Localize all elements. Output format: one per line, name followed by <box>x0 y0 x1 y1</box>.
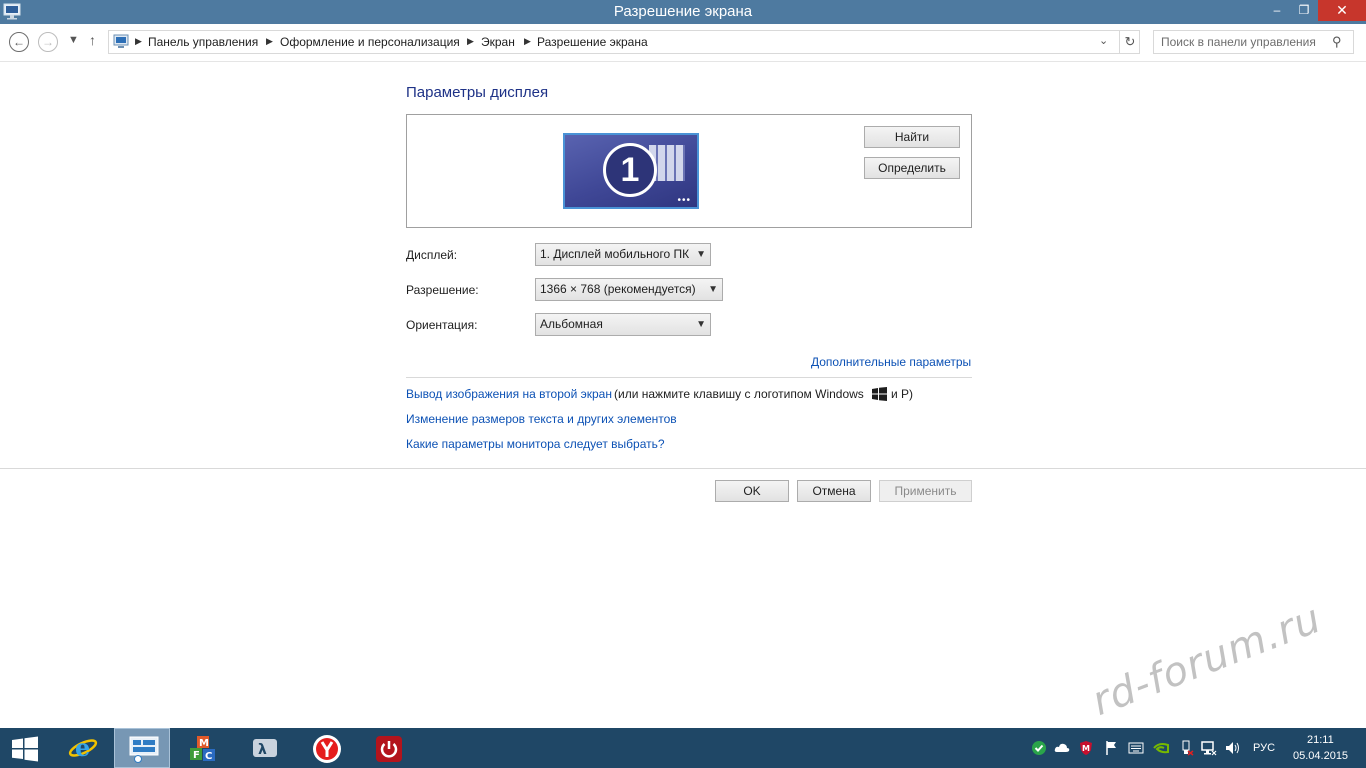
control-panel-icon <box>113 34 129 48</box>
internet-explorer-icon: e <box>68 734 98 762</box>
monitor-dots: ••• <box>677 195 691 206</box>
display-label: Дисплей: <box>406 248 458 262</box>
monitor-1-thumbnail[interactable]: 1 ••• <box>563 133 699 209</box>
chevron-down-icon: ▼ <box>708 284 718 295</box>
divider <box>406 377 972 378</box>
refresh-icon[interactable]: ↻ <box>1119 31 1140 53</box>
recent-locations-dropdown-icon[interactable]: ▼ <box>68 34 79 46</box>
start-button[interactable] <box>0 728 52 768</box>
taskbar-lambda-app[interactable]: λ <box>236 728 292 768</box>
power-icon <box>376 736 402 762</box>
address-history-chevron-icon[interactable]: ⌄ <box>1099 34 1108 47</box>
display-select-value: 1. Дисплей мобильного ПК <box>540 247 690 261</box>
taskbar-mfc-app[interactable]: M F C <box>174 728 230 768</box>
project-hint-key: и P) <box>891 387 914 401</box>
navigation-bar: ← → ▼ ↑ ▶ Панель управления ▶ Оформление… <box>0 24 1366 62</box>
svg-text:M: M <box>1082 744 1090 753</box>
resolution-select[interactable]: 1366 × 768 (рекомендуется) ▼ <box>535 278 723 301</box>
search-input[interactable] <box>1154 31 1329 53</box>
back-button[interactable]: ← <box>9 32 29 52</box>
language-indicator[interactable]: РУС <box>1253 742 1275 754</box>
forward-button[interactable]: → <box>38 32 58 52</box>
apply-button[interactable]: Применить <box>879 480 972 502</box>
close-button[interactable]: ✕ <box>1318 0 1366 21</box>
restore-button[interactable]: ❐ <box>1291 0 1317 21</box>
svg-text:M: M <box>199 738 209 749</box>
nvidia-icon[interactable] <box>1153 740 1169 756</box>
mcafee-shield-icon[interactable]: M <box>1078 740 1094 756</box>
identify-button[interactable]: Определить <box>864 157 960 179</box>
breadcrumb-separator-icon[interactable]: ▶ <box>135 36 142 47</box>
taskbar-internet-explorer[interactable]: e <box>54 728 110 768</box>
chevron-down-icon: ▼ <box>696 249 706 260</box>
resolution-select-value: 1366 × 768 (рекомендуется) <box>540 282 696 296</box>
project-second-screen-link[interactable]: Вывод изображения на второй экран <box>406 387 612 401</box>
minimize-button[interactable]: ‒ <box>1264 0 1290 21</box>
mfc-cubes-icon: M F C <box>190 736 215 762</box>
display-preview-panel: 1 ••• Найти Определить <box>406 114 972 228</box>
taskbar: e M F C λ M РУС 21:11 05.04.2015 <box>0 728 1366 768</box>
page-title: Параметры дисплея <box>406 84 549 101</box>
lambda-icon: λ <box>253 739 277 758</box>
cloud-icon[interactable] <box>1054 740 1070 756</box>
breadcrumb-separator-icon[interactable]: ▶ <box>524 36 531 47</box>
clock-time[interactable]: 21:11 <box>1307 734 1334 746</box>
svg-text:C: C <box>205 751 212 762</box>
resolution-label: Разрешение: <box>406 283 479 297</box>
window-title: Разрешение экрана <box>613 3 753 20</box>
search-box[interactable]: ⚲ <box>1153 30 1354 54</box>
taskbar-control-panel[interactable] <box>114 728 170 768</box>
taskbar-yandex-browser[interactable] <box>298 728 354 768</box>
which-settings-link[interactable]: Какие параметры монитора следует выбрать… <box>406 437 665 451</box>
breadcrumb-appearance[interactable]: Оформление и персонализация <box>280 35 460 49</box>
yandex-browser-icon <box>313 735 341 763</box>
windows-logo-icon <box>872 387 887 401</box>
orientation-label: Ориентация: <box>406 318 478 332</box>
title-bar: Разрешение экрана ‒ ❐ ✕ <box>0 0 1366 24</box>
breadcrumb-control-panel[interactable]: Панель управления <box>148 35 258 49</box>
address-bar[interactable]: ▶ Панель управления ▶ Оформление и персо… <box>108 30 1140 54</box>
taskbar-power-app[interactable] <box>360 728 416 768</box>
chevron-down-icon: ▼ <box>696 319 706 330</box>
keyboard-icon[interactable] <box>1128 740 1144 756</box>
footer-divider <box>0 468 1366 469</box>
find-button[interactable]: Найти <box>864 126 960 148</box>
svg-text:F: F <box>193 750 200 761</box>
svg-text:e: e <box>75 734 90 762</box>
cancel-button[interactable]: Отмена <box>797 480 871 502</box>
network-icon[interactable] <box>1201 740 1217 756</box>
display-select[interactable]: 1. Дисплей мобильного ПК ▼ <box>535 243 711 266</box>
breadcrumb-screen-resolution[interactable]: Разрешение экрана <box>537 35 648 49</box>
project-hint-text: (или нажмите клавишу с логотипом Windows <box>614 387 864 401</box>
svg-text:λ: λ <box>258 742 267 758</box>
breadcrumb-separator-icon[interactable]: ▶ <box>467 36 474 47</box>
orientation-select-value: Альбомная <box>540 317 603 331</box>
orientation-select[interactable]: Альбомная ▼ <box>535 313 711 336</box>
usb-device-icon[interactable] <box>1178 740 1194 756</box>
breadcrumb-display[interactable]: Экран <box>481 35 515 49</box>
action-center-flag-icon[interactable] <box>1104 740 1120 756</box>
watermark: rd-forum.ru <box>1086 595 1328 725</box>
text-size-link[interactable]: Изменение размеров текста и других элеме… <box>406 412 677 426</box>
advanced-settings-link[interactable]: Дополнительные параметры <box>811 355 971 369</box>
volume-icon[interactable] <box>1225 740 1241 756</box>
windows-start-icon <box>12 736 38 762</box>
monitor-number-badge: 1 <box>603 143 657 197</box>
clock-date[interactable]: 05.04.2015 <box>1293 750 1348 762</box>
ok-button[interactable]: OK <box>715 480 789 502</box>
breadcrumb-separator-icon[interactable]: ▶ <box>266 36 273 47</box>
security-ok-icon[interactable] <box>1031 740 1047 756</box>
display-settings-icon <box>129 736 159 763</box>
up-arrow-icon[interactable]: ↑ <box>89 32 96 48</box>
search-icon[interactable]: ⚲ <box>1332 34 1342 50</box>
